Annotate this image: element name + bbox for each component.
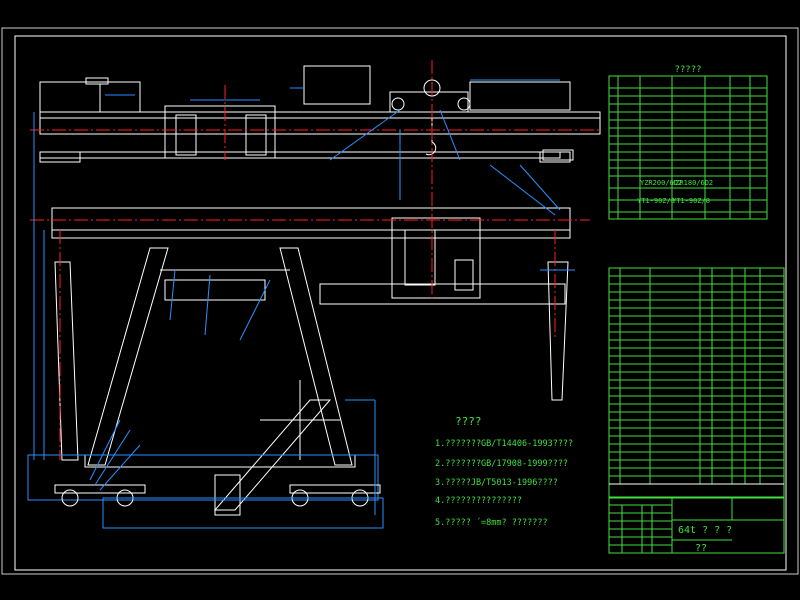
notes-title: ???? xyxy=(455,415,482,428)
spec-table-title: ????? xyxy=(674,65,701,75)
note-2: 2.???????GB/17908-1999???? xyxy=(435,459,568,469)
note-1: 1.???????GB/T14406-1993???? xyxy=(435,439,573,449)
note-3: 3.?????JB/T5013-1996???? xyxy=(435,478,558,488)
right-leg xyxy=(547,261,569,401)
title-block: 64t ? ? ? ?? xyxy=(608,496,785,554)
brake-left: YT1-90Z/8 xyxy=(637,197,675,205)
main-girder xyxy=(51,207,571,231)
drawing-subtitle: ?? xyxy=(695,543,707,554)
brake-right: YT1-90Z/8 xyxy=(672,197,710,205)
spec-table: ????? YZR200/6D2 YZR180/6D2 YT1-90Z/8 YT… xyxy=(608,65,768,220)
outer-leg-right xyxy=(279,247,353,466)
drawing-svg: ????? YZR200/6D2 YZR180/6D2 YT1-90Z/8 YT… xyxy=(1,27,799,575)
drawing-name: 64t ? ? ? xyxy=(678,525,732,536)
note-5: 5.????? ´=8mm? ??????? xyxy=(435,517,548,528)
technical-notes: ???? 1.???????GB/T14406-1993???? 2.?????… xyxy=(435,415,573,528)
parts-list xyxy=(608,267,785,499)
note-4: 4.??????????????? xyxy=(435,496,522,506)
end-carriage xyxy=(164,105,276,159)
main-girder-top xyxy=(39,111,601,135)
drawing-frame xyxy=(14,35,787,571)
left-leg xyxy=(54,261,79,461)
front-view xyxy=(27,149,574,529)
electric-cabinet xyxy=(303,65,371,105)
cad-drawing-canvas: ????? YZR200/6D2 YZR180/6D2 YT1-90Z/8 YT… xyxy=(0,0,800,600)
motor-right: YZR180/6D2 xyxy=(671,179,713,187)
leader-lines xyxy=(33,79,575,515)
